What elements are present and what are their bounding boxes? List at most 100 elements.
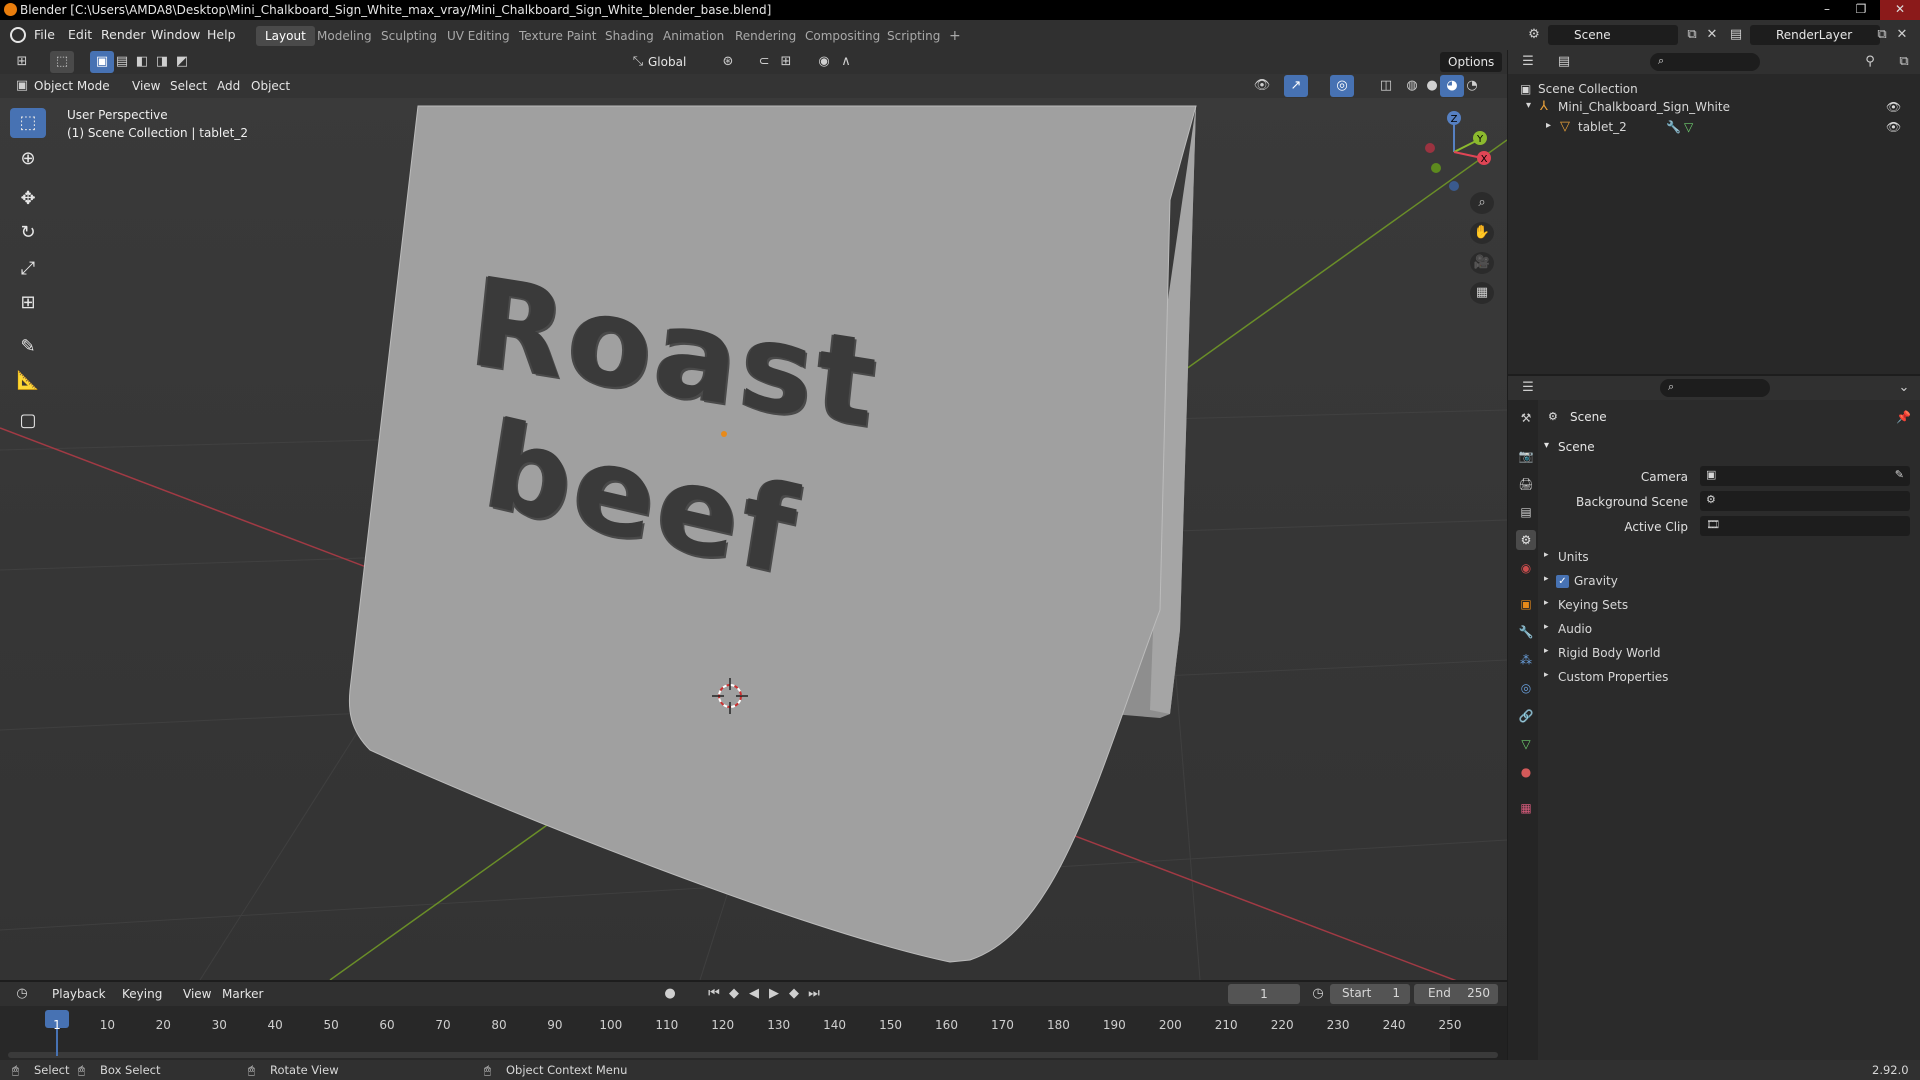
render-tab-icon[interactable]: 📷 [1516, 446, 1536, 466]
menu-file[interactable]: File [34, 27, 55, 42]
output-tab-icon[interactable]: 🖨 [1516, 474, 1536, 494]
snap-target-icon[interactable]: ⊞ [774, 51, 798, 73]
jump-to-end-icon[interactable]: ⏭ [802, 983, 826, 1005]
subpanel-custom-properties[interactable]: ▸ Custom Properties [1540, 668, 1912, 688]
pin-icon[interactable]: 📌 [1896, 410, 1911, 424]
keying-menu[interactable]: Keying [122, 984, 162, 1004]
modifier-wrench-icon[interactable]: 🔧 [1666, 120, 1681, 134]
mesh-data-icon[interactable]: ▽ [1684, 120, 1693, 134]
marker-menu[interactable]: Marker [222, 984, 263, 1004]
menu-render[interactable]: Render [101, 27, 146, 42]
tab-sculpting[interactable]: Sculpting [372, 26, 446, 46]
world-tab-icon[interactable]: ◉ [1516, 558, 1536, 578]
subpanel-units[interactable]: ▸ Units [1540, 548, 1912, 568]
properties-search-input[interactable]: ⌕ [1660, 379, 1770, 397]
transform-orientation-dropdown[interactable]: Global [648, 52, 686, 72]
view-layer-tab-icon[interactable]: ▤ [1516, 502, 1536, 522]
outliner-editor-type-icon[interactable]: ☰ [1516, 51, 1540, 73]
outliner-row-tablet-2[interactable]: ▸ ▽ tablet_2 🔧 ▽ 👁 [1516, 118, 1916, 138]
visibility-selectability-icon[interactable]: 👁 [1250, 75, 1274, 97]
visibility-eye-icon[interactable]: 👁 [1886, 100, 1901, 114]
eyedropper-icon[interactable]: ✎ [1895, 468, 1904, 481]
start-frame-field[interactable]: Start 1 [1330, 984, 1410, 1004]
preview-range-icon[interactable]: ◷ [1306, 983, 1330, 1005]
current-frame-field[interactable]: 1 [1228, 984, 1300, 1004]
annotate-tool[interactable]: ✎ [10, 332, 46, 362]
cursor-tool[interactable]: ⊕ [10, 144, 46, 174]
menu-window[interactable]: Window [151, 27, 200, 42]
snap-toggle-icon[interactable]: ⊂ [752, 51, 776, 73]
subpanel-keying-sets[interactable]: ▸ Keying Sets [1540, 596, 1912, 616]
tab-texture-paint[interactable]: Texture Paint [510, 26, 605, 46]
select-box-tool[interactable]: ⬚ [10, 108, 46, 138]
modifier-tab-icon[interactable]: 🔧 [1516, 622, 1536, 642]
navigation-gizmo[interactable]: Z Y X [1410, 106, 1500, 196]
minimize-button[interactable]: – [1812, 0, 1842, 20]
auto-keying-icon[interactable]: ● [658, 983, 682, 1005]
texture-tab-icon[interactable]: ▦ [1516, 798, 1536, 818]
new-collection-icon[interactable]: ⧉ [1892, 51, 1916, 73]
outliner-filter-icon[interactable]: ⚲ [1858, 51, 1882, 73]
perspective-toggle-icon[interactable]: ▦ [1470, 282, 1494, 304]
tab-modeling[interactable]: Modeling [308, 26, 381, 46]
scene-name-field[interactable]: Scene [1548, 25, 1678, 45]
menu-help[interactable]: Help [207, 27, 236, 42]
scene-tab-icon[interactable]: ⚙ [1516, 530, 1536, 550]
add-workspace-button[interactable]: + [940, 26, 970, 46]
xray-toggle-icon[interactable]: ◫ [1374, 75, 1398, 97]
tab-shading[interactable]: Shading [596, 26, 663, 46]
visibility-eye-icon[interactable]: 👁 [1886, 120, 1901, 134]
render-layer-field[interactable]: RenderLayer [1750, 25, 1880, 45]
scale-tool[interactable]: ⤢ [10, 254, 46, 284]
timeline-scrollbar[interactable] [8, 1052, 1498, 1058]
background-scene-field[interactable]: ⚙ [1700, 491, 1910, 511]
object-mode-dropdown[interactable]: Object Mode [34, 76, 110, 96]
tab-scripting[interactable]: Scripting [878, 26, 949, 46]
menu-edit[interactable]: Edit [68, 27, 92, 42]
constraints-tab-icon[interactable]: 🔗 [1516, 706, 1536, 726]
menu-add[interactable]: Add [217, 76, 240, 96]
camera-field[interactable]: ▣ ✎ [1700, 466, 1910, 486]
subpanel-gravity[interactable]: ▸ ✓ Gravity [1540, 572, 1912, 592]
subpanel-audio[interactable]: ▸ Audio [1540, 620, 1912, 640]
pan-hand-icon[interactable]: ✋ [1470, 222, 1494, 244]
tool-tab-icon[interactable]: ⚒ [1516, 408, 1536, 428]
object-tab-icon[interactable]: ▣ [1516, 594, 1536, 614]
transform-tool[interactable]: ⊞ [10, 288, 46, 318]
rendered-shading-icon[interactable]: ◔ [1460, 75, 1484, 97]
editor-type-icon[interactable]: ⊞ [10, 51, 34, 73]
close-button[interactable]: ✕ [1880, 0, 1920, 20]
zoom-icon[interactable]: ⌕ [1470, 192, 1494, 214]
playback-menu[interactable]: Playback [52, 984, 106, 1004]
menu-view[interactable]: View [132, 76, 160, 96]
expand-arrow-icon[interactable]: ▾ [1526, 100, 1531, 111]
menu-object[interactable]: Object [251, 76, 290, 96]
outliner-row-mini-chalkboard[interactable]: ▾ ⅄ Mini_Chalkboard_Sign_White 👁 [1516, 98, 1916, 118]
gizmo-toggle-icon[interactable]: ↗ [1284, 75, 1308, 97]
properties-editor-type-icon[interactable]: ☰ [1516, 377, 1540, 399]
outliner-row-scene-collection[interactable]: ▣ Scene Collection [1516, 80, 1916, 100]
view-layer-icon[interactable]: ▤ [1724, 24, 1748, 46]
overlays-toggle-icon[interactable]: ◎ [1330, 75, 1354, 97]
timeline-editor-type-icon[interactable]: ◷ [10, 983, 34, 1005]
delete-view-layer-icon[interactable]: ✕ [1890, 24, 1914, 46]
outliner-search-input[interactable]: ⌕ [1650, 53, 1760, 71]
blender-menu-icon[interactable] [10, 27, 26, 43]
end-frame-field[interactable]: End 250 [1414, 984, 1498, 1004]
tab-animation[interactable]: Animation [654, 26, 733, 46]
viewport-3d[interactable]: Roast beef User Perspective (1) Scene Co… [0, 50, 1507, 980]
mesh-data-tab-icon[interactable]: ▽ [1516, 734, 1536, 754]
active-clip-field[interactable]: 🎞 [1700, 516, 1910, 536]
scene-panel-title[interactable]: Scene [1558, 440, 1595, 454]
tab-rendering[interactable]: Rendering [726, 26, 805, 46]
move-tool[interactable]: ✥ [10, 184, 46, 214]
maximize-button[interactable]: ❐ [1846, 0, 1876, 20]
options-dropdown[interactable]: Options [1440, 52, 1503, 72]
collapse-arrow-icon[interactable]: ▾ [1544, 440, 1549, 451]
gravity-checkbox[interactable]: ✓ [1556, 575, 1569, 588]
select-intersect-mode-icon[interactable]: ◩ [170, 51, 194, 73]
subpanel-rigid-body-world[interactable]: ▸ Rigid Body World [1540, 644, 1912, 664]
material-tab-icon[interactable]: ● [1516, 762, 1536, 782]
pivot-point-icon[interactable]: ⊛ [716, 51, 740, 73]
delete-scene-icon[interactable]: ✕ [1700, 24, 1724, 46]
